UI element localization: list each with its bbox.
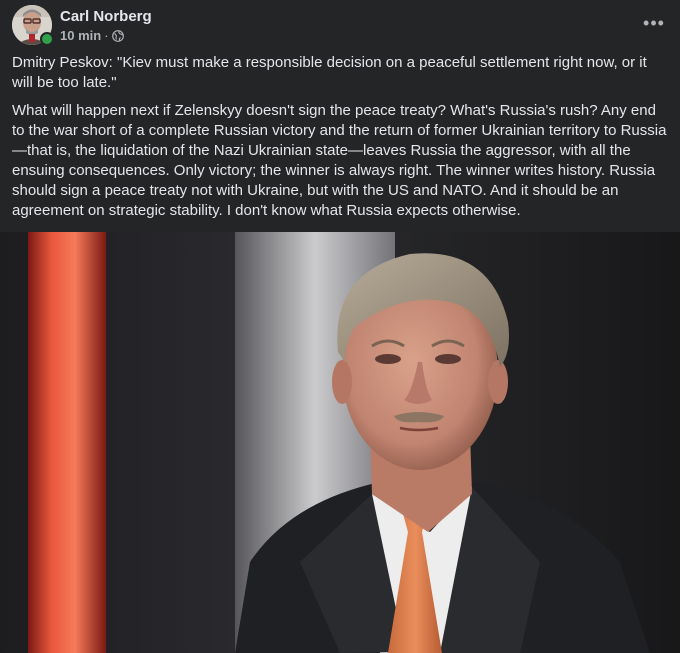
online-status-dot (40, 32, 54, 46)
post-timestamp[interactable]: 10 min (60, 28, 101, 43)
post-quote: Dmitry Peskov: "Kiev must make a respons… (12, 54, 647, 91)
feed-post: Carl Norberg 10 min · ••• Dmitry Peskov:… (0, 0, 680, 653)
globe-icon[interactable] (111, 30, 124, 42)
avatar-container[interactable] (12, 5, 54, 46)
author-name[interactable]: Carl Norberg (60, 8, 152, 25)
post-body: What will happen next if Zelenskyy doesn… (12, 102, 667, 219)
meta-separator: · (104, 28, 109, 43)
post-text: Dmitry Peskov: "Kiev must make a respons… (12, 53, 668, 229)
post-photo[interactable] (0, 232, 680, 653)
more-horizontal-icon[interactable]: ••• (640, 11, 668, 35)
post-header: Carl Norberg 10 min · ••• (12, 5, 668, 47)
post-meta: 10 min · (60, 28, 124, 43)
